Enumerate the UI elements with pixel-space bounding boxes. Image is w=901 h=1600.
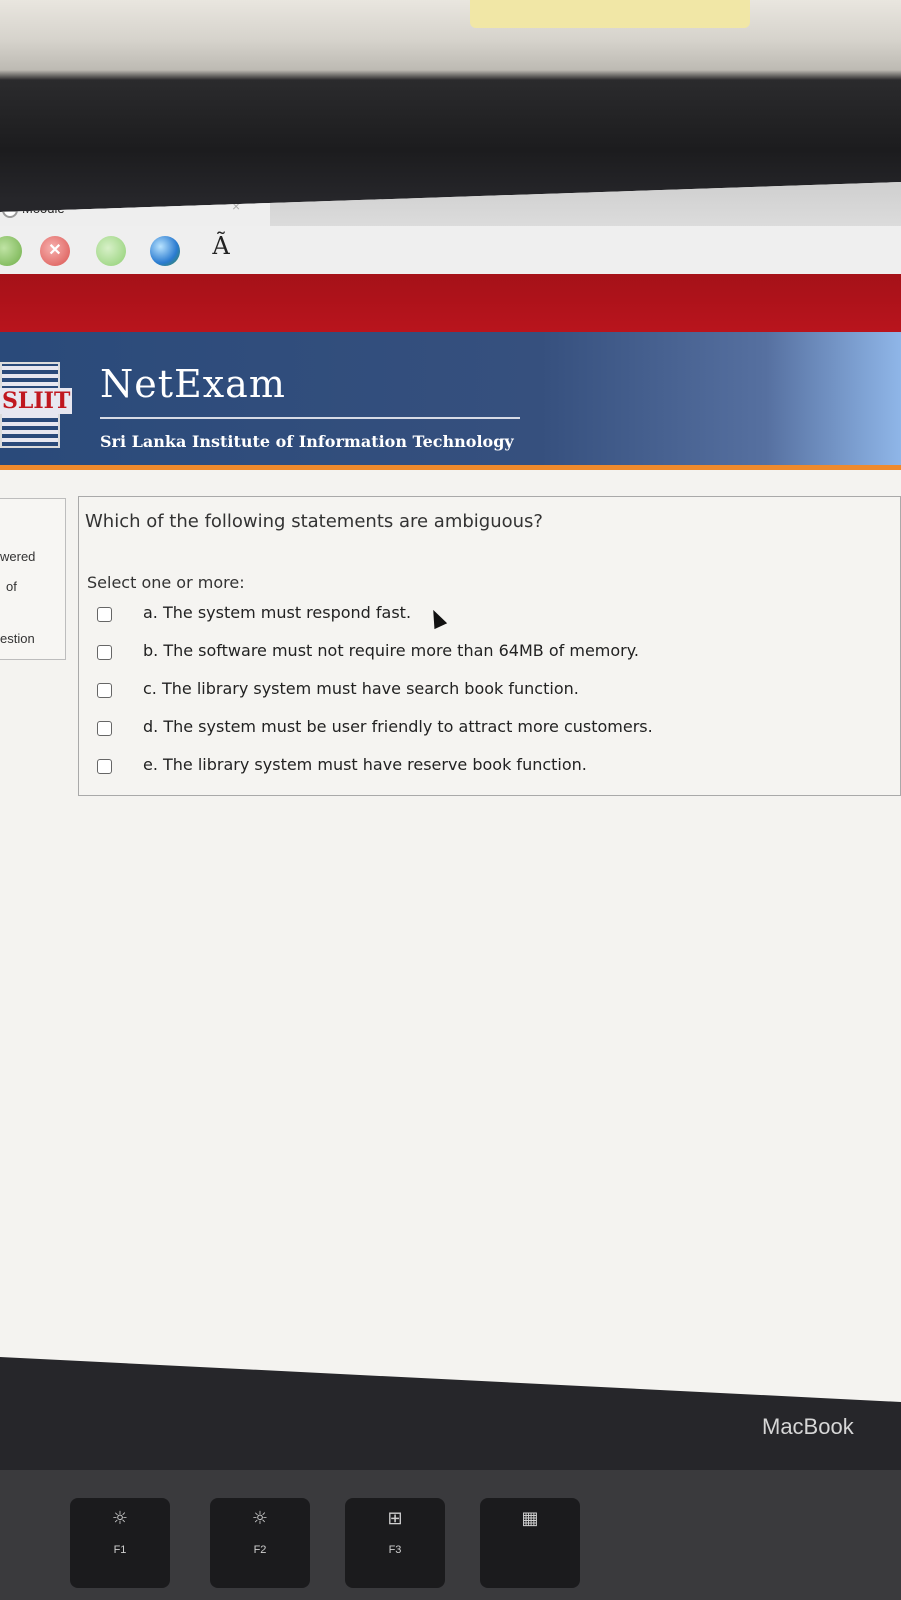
option-b-label[interactable]: b. The software must not require more th… bbox=[143, 641, 639, 660]
option-d-label[interactable]: d. The system must be user friendly to a… bbox=[143, 717, 653, 736]
question-box: Which of the following statements are am… bbox=[78, 496, 901, 796]
option-d[interactable]: d. The system must be user friendly to a… bbox=[97, 717, 877, 743]
launchpad-icon: ▦ bbox=[521, 1508, 539, 1529]
page-icon bbox=[2, 202, 18, 218]
key-f1[interactable]: ☼ F1 bbox=[70, 1498, 170, 1588]
quiz-info-panel: wered of estion bbox=[0, 498, 66, 660]
close-icon[interactable]: × bbox=[232, 198, 240, 214]
select-prompt: Select one or more: bbox=[87, 573, 245, 592]
question-text: Which of the following statements are am… bbox=[85, 511, 543, 532]
browser-tab-bar: Moodle × bbox=[0, 182, 901, 228]
keyboard: ☼ F1 ☼ F2 ⊞ F3 ▦ bbox=[0, 1470, 901, 1600]
tab-title: Moodle bbox=[22, 201, 65, 216]
option-c-label[interactable]: c. The library system must have search b… bbox=[143, 679, 579, 698]
laptop-screen: Moodle × ✕ Ã SLIIT NetExam Sri Lanka Ins… bbox=[0, 182, 901, 1402]
mission-control-icon: ⊞ bbox=[387, 1508, 403, 1529]
key-f2-label: F2 bbox=[253, 1544, 267, 1556]
sticky-note bbox=[470, 0, 750, 28]
red-banner bbox=[0, 274, 901, 332]
app-title: NetExam bbox=[100, 362, 286, 406]
brightness-down-icon: ☼ bbox=[111, 1508, 129, 1529]
character-button[interactable]: Ã bbox=[206, 232, 236, 266]
key-f3-label: F3 bbox=[388, 1544, 402, 1556]
option-e[interactable]: e. The library system must have reserve … bbox=[97, 755, 877, 781]
option-a-checkbox[interactable] bbox=[97, 607, 112, 622]
side-item-question[interactable]: estion bbox=[0, 631, 35, 646]
side-item-answered: wered bbox=[0, 549, 36, 564]
browser-toolbar: ✕ Ã bbox=[0, 226, 901, 278]
macbook-label: MacBook bbox=[762, 1414, 854, 1439]
site-header: SLIIT NetExam Sri Lanka Institute of Inf… bbox=[0, 332, 901, 470]
stop-button[interactable]: ✕ bbox=[40, 236, 70, 266]
back-button[interactable] bbox=[0, 236, 22, 266]
key-f4[interactable]: ▦ bbox=[480, 1498, 580, 1588]
key-f3[interactable]: ⊞ F3 bbox=[345, 1498, 445, 1588]
option-e-label[interactable]: e. The library system must have reserve … bbox=[143, 755, 587, 774]
option-a[interactable]: a. The system must respond fast. bbox=[97, 603, 877, 629]
option-c-checkbox[interactable] bbox=[97, 683, 112, 698]
photo-stage: Moodle × ✕ Ã SLIIT NetExam Sri Lanka Ins… bbox=[0, 0, 901, 1600]
globe-icon[interactable] bbox=[150, 236, 180, 266]
institute-name: Sri Lanka Institute of Information Techn… bbox=[100, 432, 514, 451]
option-b-checkbox[interactable] bbox=[97, 645, 112, 660]
key-f2[interactable]: ☼ F2 bbox=[210, 1498, 310, 1588]
key-f1-label: F1 bbox=[113, 1544, 127, 1556]
reload-icon[interactable] bbox=[96, 236, 126, 266]
option-e-checkbox[interactable] bbox=[97, 759, 112, 774]
side-item-of: of bbox=[6, 579, 17, 594]
option-c[interactable]: c. The library system must have search b… bbox=[97, 679, 877, 705]
browser-tab[interactable]: Moodle × bbox=[0, 196, 270, 226]
option-d-checkbox[interactable] bbox=[97, 721, 112, 736]
brightness-up-icon: ☼ bbox=[251, 1508, 269, 1529]
sliit-logo: SLIIT bbox=[0, 362, 73, 448]
option-a-label[interactable]: a. The system must respond fast. bbox=[143, 603, 411, 622]
logo-text: SLIIT bbox=[0, 388, 73, 414]
title-divider bbox=[100, 417, 520, 419]
option-b[interactable]: b. The software must not require more th… bbox=[97, 641, 877, 667]
